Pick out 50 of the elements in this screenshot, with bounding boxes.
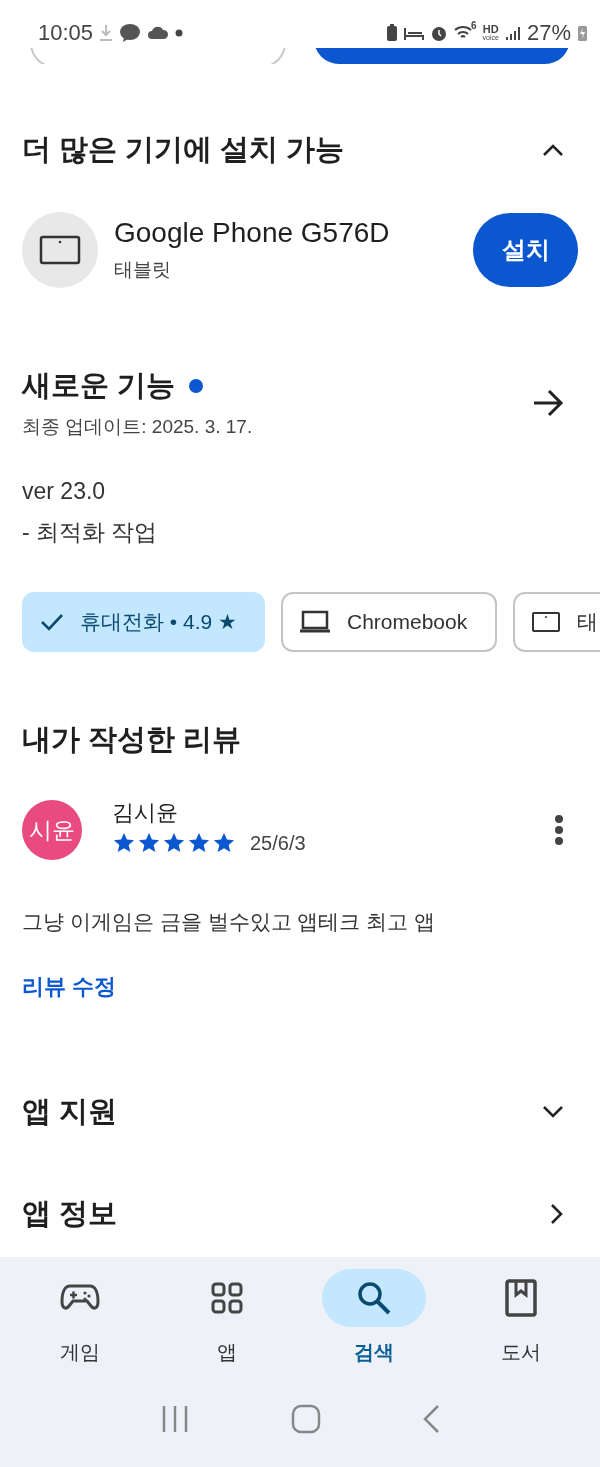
more-icon[interactable]	[554, 814, 564, 846]
hd-label: HD	[482, 24, 499, 35]
cloud-icon	[147, 26, 170, 40]
home-icon[interactable]	[291, 1404, 321, 1434]
release-note: - 최적화 작업	[22, 518, 159, 547]
update-date: 최종 업데이트: 2025. 3. 17.	[22, 415, 253, 439]
avatar: 시윤	[22, 800, 82, 860]
alarm-icon	[430, 24, 449, 42]
tablet-icon	[531, 611, 562, 633]
back-icon[interactable]	[421, 1404, 440, 1434]
chevron-right-icon[interactable]	[550, 1203, 564, 1225]
dot-icon	[175, 29, 184, 37]
nav-tab[interactable]: 검색	[308, 1269, 439, 1366]
wifi-band-label: 6	[471, 20, 477, 31]
search-icon	[355, 1280, 392, 1316]
device-chip[interactable]: 휴대전화 • 4.9 ★	[22, 592, 265, 652]
install-button[interactable]: 설치	[473, 213, 578, 287]
bookmark-book-icon	[504, 1279, 537, 1317]
edit-review-link[interactable]: 리뷰 수정	[22, 972, 117, 1002]
battery-saver-icon	[386, 24, 399, 42]
nav-tab[interactable]: 도서	[455, 1269, 586, 1366]
wifi-icon	[454, 25, 473, 41]
bed-icon	[404, 25, 425, 41]
arrow-icon[interactable]	[532, 389, 564, 417]
nav-tab[interactable]: 게임	[14, 1269, 145, 1366]
battery-percent: 27%	[526, 20, 571, 46]
signal-icon	[504, 25, 521, 41]
review-text: 그냥 이게임은 금을 벌수있고 앱테크 최고 앱	[22, 909, 436, 935]
collapse-icon[interactable]	[542, 143, 564, 157]
nav-tab[interactable]: 앱	[161, 1269, 292, 1366]
release-note: ver 23.0	[22, 478, 107, 505]
battery-charging-icon	[577, 24, 588, 42]
grid-icon	[210, 1282, 243, 1314]
review-date: 25/6/3	[250, 831, 306, 855]
device-chip[interactable]: 태	[513, 592, 600, 652]
clock: 10:05	[38, 20, 94, 46]
section-title: 내가 작성한 리뷰	[22, 722, 242, 757]
section-title: 앱 지원	[22, 1094, 118, 1129]
laptop-icon	[299, 610, 331, 634]
expand-icon[interactable]	[542, 1105, 564, 1119]
device-type: 태블릿	[114, 258, 172, 282]
section-title: 더 많은 기기에 설치 가능	[22, 132, 345, 167]
reviewer-name: 김시윤	[112, 798, 179, 827]
download-icon	[99, 24, 114, 42]
chat-bubble-icon	[119, 23, 142, 43]
device-chip[interactable]: Chromebook	[281, 592, 498, 652]
check-icon	[40, 612, 64, 632]
section-title: 새로운 기능	[22, 368, 176, 403]
device-name: Google Phone G576D	[114, 217, 391, 249]
section-title: 앱 정보	[22, 1196, 118, 1231]
